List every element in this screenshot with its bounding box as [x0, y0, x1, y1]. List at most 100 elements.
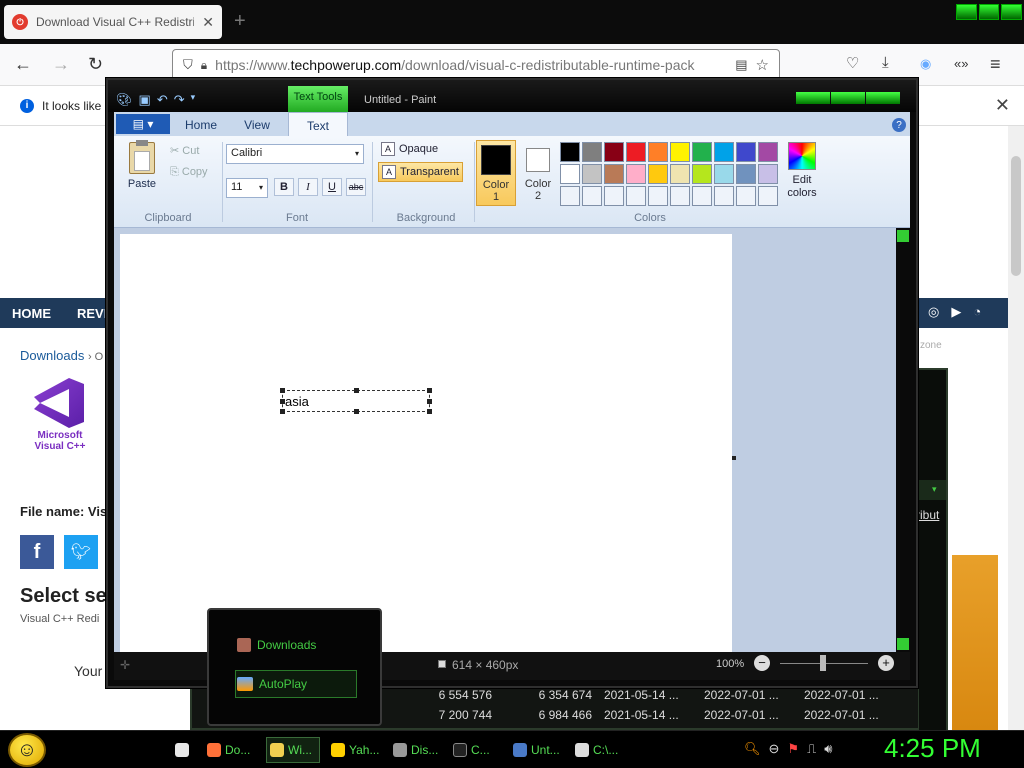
lock-icon[interactable]: 🔒︎ [201, 58, 207, 73]
font-size-select[interactable]: 11 ▾ [226, 178, 268, 198]
pocket-icon[interactable]: ♡ [846, 54, 859, 72]
help-icon[interactable]: ? [892, 118, 906, 132]
palette-swatch[interactable] [714, 186, 734, 206]
palette-swatch[interactable] [582, 142, 602, 162]
zoom-slider-thumb[interactable] [820, 655, 826, 671]
table-row[interactable]: 7 200 744 6 984 466 2021-05-14 ... 2022-… [392, 708, 904, 722]
palette-swatch[interactable] [626, 142, 646, 162]
palette-swatch[interactable] [604, 186, 624, 206]
palette-swatch[interactable] [582, 164, 602, 184]
reader-view-icon[interactable]: ▤ [735, 57, 747, 73]
downloads-icon[interactable]: ⤓ [882, 54, 889, 71]
palette-swatch[interactable] [758, 142, 778, 162]
new-tab-button[interactable]: + [234, 10, 246, 33]
table-row[interactable]: 6 554 576 6 354 674 2021-05-14 ... 2022-… [392, 688, 904, 702]
paint-minimize-button[interactable] [796, 92, 830, 104]
palette-swatch[interactable] [560, 164, 580, 184]
drawing-canvas[interactable]: asia [120, 234, 732, 654]
start-button[interactable]: ☺ [8, 733, 46, 767]
palette-swatch[interactable] [692, 186, 712, 206]
palette-swatch[interactable] [692, 142, 712, 162]
palette-swatch[interactable] [736, 142, 756, 162]
color-1-button[interactable]: Color 1 [476, 140, 516, 206]
zoom-in-icon[interactable]: + [878, 655, 894, 671]
palette-swatch[interactable] [758, 164, 778, 184]
customize-toolbar-icon[interactable]: ▾ [191, 92, 196, 108]
canvas-scrollbar[interactable] [896, 228, 910, 652]
tab-home[interactable]: Home [172, 114, 230, 136]
resize-handle[interactable] [354, 409, 359, 414]
url-text[interactable]: https://www.techpowerup.com/download/vis… [215, 57, 727, 73]
resize-handle[interactable] [427, 388, 432, 393]
palette-swatch[interactable] [736, 186, 756, 206]
dropdown-button[interactable]: ▾ [918, 480, 946, 500]
popup-item-downloads[interactable]: Downloads [237, 638, 316, 652]
palette-swatch[interactable] [758, 186, 778, 206]
palette-swatch[interactable] [626, 186, 646, 206]
resize-handle[interactable] [280, 409, 285, 414]
tab-close-icon[interactable]: ✕ [202, 14, 214, 31]
bold-button[interactable]: B [274, 178, 294, 196]
taskbar-item-disk[interactable]: Dis... [390, 737, 446, 763]
instagram-icon[interactable]: ◎ [928, 304, 939, 320]
scroll-down-button[interactable] [897, 638, 909, 650]
zoom-out-icon[interactable]: − [754, 655, 770, 671]
link-text[interactable]: ribut [916, 508, 939, 522]
nav-home[interactable]: HOME [12, 306, 51, 321]
page-scrollbar[interactable] [1008, 126, 1024, 730]
close-button[interactable] [1001, 4, 1023, 20]
menu-icon[interactable]: ≡ [990, 54, 1001, 75]
breadcrumb-next[interactable]: › O [88, 351, 103, 363]
palette-swatch[interactable] [714, 164, 734, 184]
palette-swatch[interactable] [648, 186, 668, 206]
palette-swatch[interactable] [648, 142, 668, 162]
palette-swatch[interactable] [560, 186, 580, 206]
text-box-content[interactable]: asia [285, 394, 309, 409]
bookmark-star-icon[interactable]: ☆ [756, 56, 769, 74]
close-infobar-icon[interactable]: ✕ [995, 95, 1010, 116]
tab-view[interactable]: View [232, 114, 282, 136]
paint-app-icon[interactable]: 🎨︎ [116, 92, 133, 108]
breadcrumb-downloads[interactable]: Downloads [20, 348, 84, 363]
underline-button[interactable]: U [322, 178, 342, 196]
resize-handle[interactable] [427, 399, 432, 404]
reload-icon[interactable]: ↻ [88, 54, 103, 75]
color-2-button[interactable]: Color 2 [520, 140, 556, 206]
strikethrough-button[interactable]: abc [346, 178, 366, 196]
palette-swatch[interactable] [582, 186, 602, 206]
flag-icon[interactable]: ⚑ [787, 741, 799, 757]
font-family-select[interactable]: Calibri ▾ [226, 144, 364, 164]
canvas-resize-handle[interactable] [732, 456, 736, 460]
maximize-button[interactable] [978, 4, 1000, 20]
taskbar-item-firefox[interactable]: Do... [204, 737, 262, 763]
palette-swatch[interactable] [626, 164, 646, 184]
undo-icon[interactable]: ↶ [157, 92, 168, 108]
taskbar-item-chrome[interactable] [172, 737, 200, 763]
resize-handle[interactable] [280, 388, 285, 393]
paint-close-button[interactable] [866, 92, 900, 104]
cut-button[interactable]: ✂ Cut [170, 144, 199, 157]
paint-maximize-button[interactable] [831, 92, 865, 104]
youtube-icon[interactable]: ▶ [951, 304, 961, 320]
taskbar-item-yahoo[interactable]: Yah... [328, 737, 384, 763]
popup-item-autoplay[interactable]: AutoPlay [237, 677, 307, 691]
tab-text[interactable]: Text [288, 112, 348, 138]
minimize-button[interactable] [956, 4, 977, 20]
browser-tab[interactable]: ⏻ Download Visual C++ Redistrib ✕ [4, 5, 222, 39]
italic-button[interactable]: I [298, 178, 318, 196]
network-icon[interactable]: ⎍ [807, 741, 816, 757]
taskbar-item-explorer[interactable]: Wi... [266, 737, 320, 763]
clock[interactable]: 4:25 PM [884, 733, 981, 764]
palette-swatch[interactable] [604, 164, 624, 184]
taskbar-item-cmd[interactable]: C... [450, 737, 502, 763]
palette-swatch[interactable] [560, 142, 580, 162]
minus-circle-icon[interactable]: ⊖ [769, 741, 780, 757]
resize-handle[interactable] [354, 388, 359, 393]
scroll-up-button[interactable] [897, 230, 909, 242]
text-box[interactable]: asia [280, 388, 432, 414]
volume-icon[interactable]: 🔊︎ [824, 741, 832, 757]
edit-colors-button[interactable]: Edit colors [782, 142, 822, 200]
shield-icon[interactable]: ⛉ [183, 57, 193, 73]
palette-swatch[interactable] [670, 164, 690, 184]
twitter-share-icon[interactable]: 🐦︎ [64, 535, 98, 569]
